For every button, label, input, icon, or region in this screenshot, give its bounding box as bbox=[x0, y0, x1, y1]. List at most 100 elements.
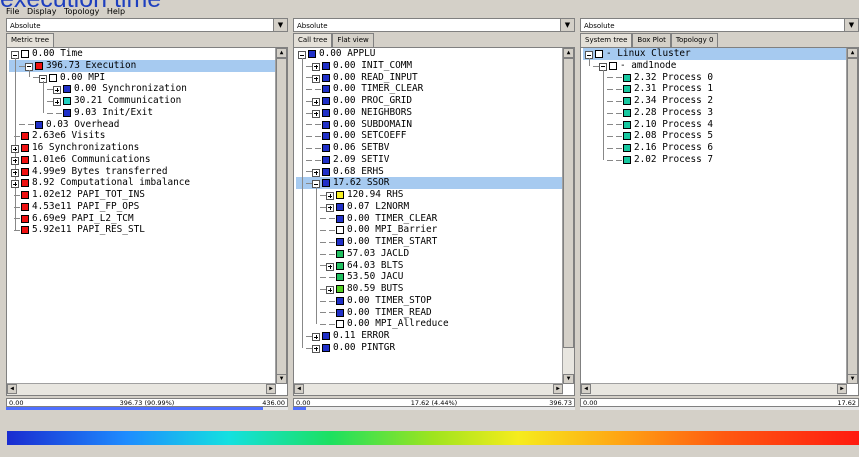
severity-color-icon[interactable] bbox=[308, 50, 316, 58]
metric-tree-node[interactable]: 1.02e12 PAPI_TOT_INS bbox=[9, 189, 275, 201]
metric-tree-node[interactable]: 0.00 MPI bbox=[9, 72, 275, 84]
severity-color-icon[interactable] bbox=[63, 97, 71, 105]
severity-color-icon[interactable] bbox=[322, 61, 330, 70]
severity-color-icon[interactable] bbox=[336, 202, 344, 211]
severity-color-icon[interactable] bbox=[609, 61, 617, 70]
severity-color-icon[interactable] bbox=[336, 273, 344, 282]
call-tree-node[interactable]: 0.00 TIMER_CLEAR bbox=[296, 83, 562, 95]
system-tree-node[interactable]: 2.28 Process 3 bbox=[583, 107, 846, 119]
menu-display[interactable]: Display bbox=[27, 7, 57, 16]
scroll-thumb[interactable] bbox=[847, 58, 858, 376]
severity-color-icon[interactable] bbox=[35, 61, 43, 70]
severity-color-icon[interactable] bbox=[336, 285, 344, 293]
metric-tree-node[interactable]: 4.99e9 Bytes transferred bbox=[9, 166, 275, 178]
call-tree-node[interactable]: 0.00 PINTGR bbox=[296, 342, 562, 354]
tab-metric-tree[interactable]: Metric tree bbox=[6, 33, 55, 47]
expand-icon[interactable] bbox=[312, 333, 320, 341]
severity-color-icon[interactable] bbox=[322, 179, 330, 188]
tab-box-plot[interactable]: Box Plot bbox=[632, 33, 671, 47]
expand-icon[interactable] bbox=[53, 86, 61, 95]
call-tree-node[interactable]: 0.06 SETBV bbox=[296, 142, 562, 154]
severity-color-icon[interactable] bbox=[623, 155, 631, 164]
call-tree-node[interactable]: 0.07 L2NORM bbox=[296, 201, 562, 213]
expand-icon[interactable] bbox=[11, 168, 19, 177]
expand-icon[interactable] bbox=[312, 109, 320, 118]
chevron-down-icon[interactable]: ▼ bbox=[560, 19, 574, 31]
menu-file[interactable]: File bbox=[6, 7, 19, 16]
severity-color-icon[interactable] bbox=[336, 191, 344, 199]
system-tree-view[interactable]: - Linux Cluster - amd1node 2.32 Process 02… bbox=[580, 47, 859, 396]
call-tree-node[interactable]: 64.03 BLTS bbox=[296, 260, 562, 272]
metric-horizontal-scrollbar[interactable]: ◀ ▶ bbox=[7, 383, 276, 395]
severity-color-icon[interactable] bbox=[21, 226, 29, 235]
severity-color-icon[interactable] bbox=[322, 167, 330, 176]
severity-color-icon[interactable] bbox=[336, 226, 344, 235]
system-tree-node[interactable]: 2.08 Process 5 bbox=[583, 130, 846, 142]
severity-color-icon[interactable] bbox=[322, 73, 330, 82]
call-tree-node[interactable]: 17.62 SSOR bbox=[296, 177, 562, 189]
metric-tree-node[interactable]: 6.69e9 PAPI_L2_TCM bbox=[9, 213, 275, 225]
expand-icon[interactable] bbox=[326, 203, 334, 212]
severity-color-icon[interactable] bbox=[623, 97, 631, 105]
menu-help[interactable]: Help bbox=[107, 7, 125, 16]
call-tree-node[interactable]: 0.00 NEIGHBORS bbox=[296, 107, 562, 119]
expand-icon[interactable] bbox=[312, 168, 320, 177]
call-tree-node[interactable]: 0.00 TIMER_CLEAR bbox=[296, 213, 562, 225]
severity-color-icon[interactable] bbox=[21, 132, 29, 141]
severity-color-icon[interactable] bbox=[322, 332, 330, 340]
metric-tree-node[interactable]: 0.00 Time bbox=[9, 48, 275, 60]
call-tree-node[interactable]: 0.00 PROC_GRID bbox=[296, 95, 562, 107]
severity-color-icon[interactable] bbox=[623, 132, 631, 141]
call-tree-node[interactable]: 0.68 ERHS bbox=[296, 166, 562, 178]
call-tree-node[interactable]: 80.59 BUTS bbox=[296, 283, 562, 295]
expand-icon[interactable] bbox=[312, 344, 320, 353]
severity-color-icon[interactable] bbox=[623, 108, 631, 117]
scroll-left-icon[interactable]: ◀ bbox=[294, 384, 304, 394]
severity-color-icon[interactable] bbox=[336, 320, 344, 329]
call-vertical-scrollbar[interactable]: ▲ ▼ bbox=[562, 48, 574, 384]
metric-tree-view[interactable]: 0.00 Time 396.73 Execution 0.00 MPI 0.00 Sy… bbox=[6, 47, 288, 396]
scroll-up-icon[interactable]: ▲ bbox=[276, 48, 287, 58]
severity-color-icon[interactable] bbox=[21, 155, 29, 164]
severity-color-icon[interactable] bbox=[623, 144, 631, 152]
tab-call-tree[interactable]: Call tree bbox=[293, 33, 333, 47]
call-tree-node[interactable]: 0.00 SETCOEFF bbox=[296, 130, 562, 142]
scroll-thumb[interactable] bbox=[563, 58, 574, 348]
metric-tree-node[interactable]: 396.73 Execution bbox=[9, 59, 275, 72]
severity-color-icon[interactable] bbox=[322, 97, 330, 105]
call-horizontal-scrollbar[interactable]: ◀ ▶ bbox=[294, 383, 563, 395]
metric-tree-node[interactable]: 2.63e6 Visits bbox=[9, 130, 275, 142]
call-tree-node[interactable]: 0.00 INIT_COMM bbox=[296, 60, 562, 72]
call-tree-node[interactable]: 0.00 TIMER_STOP bbox=[296, 295, 562, 307]
system-tree-node[interactable]: 2.16 Process 6 bbox=[583, 142, 846, 154]
call-tree-node[interactable]: 120.94 RHS bbox=[296, 189, 562, 201]
system-tree-node[interactable]: 2.34 Process 2 bbox=[583, 95, 846, 107]
expand-icon[interactable] bbox=[11, 156, 19, 165]
severity-color-icon[interactable] bbox=[322, 120, 330, 129]
metric-tree-node[interactable]: 5.92e11 PAPI_RES_STL bbox=[9, 224, 275, 236]
severity-color-icon[interactable] bbox=[336, 296, 344, 305]
tab-flat-view[interactable]: Flat view bbox=[332, 33, 374, 47]
call-tree-view[interactable]: 0.00 APPLU 0.00 INIT_COMM 0.00 READ_INPUT 0… bbox=[293, 47, 575, 396]
system-tree-node[interactable]: 2.31 Process 1 bbox=[583, 83, 846, 95]
severity-color-icon[interactable] bbox=[21, 50, 29, 58]
tab-system-tree[interactable]: System tree bbox=[580, 33, 633, 47]
menu-topology[interactable]: Topology bbox=[64, 7, 99, 16]
severity-color-icon[interactable] bbox=[336, 308, 344, 317]
call-tree-node[interactable]: 0.00 READ_INPUT bbox=[296, 72, 562, 84]
call-tree-node[interactable]: 57.03 JACLD bbox=[296, 248, 562, 260]
call-tree-node[interactable]: 0.00 APPLU bbox=[296, 48, 562, 60]
system-tree-node[interactable]: - amd1node bbox=[583, 60, 846, 72]
scroll-up-icon[interactable]: ▲ bbox=[563, 48, 574, 58]
metric-tree-node[interactable]: 16 Synchronizations bbox=[9, 142, 275, 154]
call-tree-node[interactable]: 2.09 SETIV bbox=[296, 154, 562, 166]
severity-color-icon[interactable] bbox=[63, 108, 71, 117]
metric-tree-node[interactable]: 0.03 Overhead bbox=[9, 119, 275, 131]
system-vertical-scrollbar[interactable]: ▲ ▼ bbox=[846, 48, 858, 384]
severity-color-icon[interactable] bbox=[21, 167, 29, 176]
severity-color-icon[interactable] bbox=[21, 144, 29, 152]
severity-color-icon[interactable] bbox=[336, 214, 344, 223]
severity-color-icon[interactable] bbox=[21, 214, 29, 223]
metric-tree-node[interactable]: 0.00 Synchronization bbox=[9, 83, 275, 95]
severity-color-icon[interactable] bbox=[322, 155, 330, 164]
